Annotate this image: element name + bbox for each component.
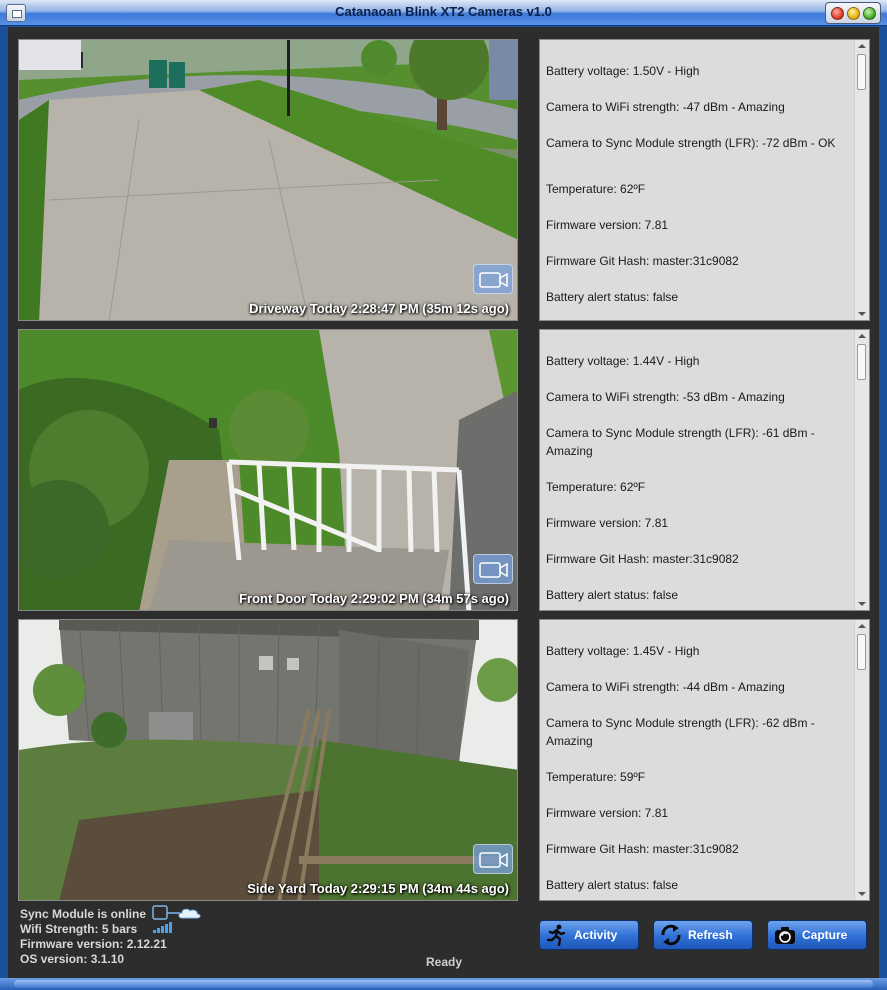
minimize-button[interactable] xyxy=(846,6,860,20)
title-bar: Catanaoan Blink XT2 Cameras v1.0 xyxy=(0,0,887,26)
battery-alert-status: Battery alert status: false xyxy=(546,588,679,602)
camera-thumbnail-side-yard[interactable]: Side Yard Today 2:29:15 PM (34m 44s ago) xyxy=(18,619,518,901)
temperature: Temperature: 59ºF xyxy=(546,770,646,784)
camera-thumbnail-front-door[interactable]: Front Door Today 2:29:02 PM (34m 57s ago… xyxy=(18,329,518,611)
video-camera-icon[interactable] xyxy=(473,844,513,874)
firmware-git-hash: Firmware Git Hash: master:31c9082 xyxy=(546,842,739,856)
scroll-up-icon[interactable] xyxy=(858,334,866,338)
status-panel: Sync Module is online Wifi Strength: 5 b… xyxy=(20,907,167,967)
firmware-version: Firmware version: 7.81 xyxy=(546,516,669,530)
firmware-git-hash: Firmware Git Hash: master:31c9082 xyxy=(546,254,739,268)
firmware-version: Firmware version: 7.81 xyxy=(546,218,669,232)
activity-button[interactable]: Activity xyxy=(539,920,639,950)
camera-info-panel-side-yard[interactable]: Battery voltage: 1.45V - High Camera to … xyxy=(539,619,870,901)
scroll-down-icon[interactable] xyxy=(858,892,866,896)
close-button[interactable] xyxy=(830,6,844,20)
firmware-version: Firmware version: 7.81 xyxy=(546,806,669,820)
temperature: Temperature: 62ºF xyxy=(546,480,646,494)
wifi-strength: Camera to WiFi strength: -53 dBm - Amazi… xyxy=(546,390,785,404)
driveway-image xyxy=(19,40,517,320)
camera-info-panel-front-door[interactable]: Battery voltage: 1.44V - High Camera to … xyxy=(539,329,870,611)
refresh-icon xyxy=(661,924,681,946)
capture-button[interactable]: Capture xyxy=(767,920,867,950)
battery-voltage: Battery voltage: 1.45V - High xyxy=(546,644,700,658)
wifi-signal-icon xyxy=(153,922,172,933)
scroll-thumb[interactable] xyxy=(857,344,866,380)
sync-module-strength: Camera to Sync Module strength (LFR): -6… xyxy=(546,426,815,458)
info-lines: Battery voltage: 1.45V - High Camera to … xyxy=(546,642,849,900)
wifi-strength-status: Wifi Strength: 5 bars xyxy=(20,922,138,936)
wifi-bar xyxy=(153,930,156,933)
firmware-git-hash: Firmware Git Hash: master:31c9082 xyxy=(546,552,739,566)
video-camera-icon[interactable] xyxy=(473,554,513,584)
camera-caption: Side Yard Today 2:29:15 PM (34m 44s ago) xyxy=(247,881,509,896)
battery-voltage: Battery voltage: 1.50V - High xyxy=(546,64,700,78)
sync-module-status: Sync Module is online xyxy=(20,907,147,921)
sync-module-strength: Camera to Sync Module strength (LFR): -6… xyxy=(546,716,815,748)
camera-caption: Front Door Today 2:29:02 PM (34m 57s ago… xyxy=(239,591,509,606)
front-door-image xyxy=(19,330,517,610)
sync-module-strength: Camera to Sync Module strength (LFR): -7… xyxy=(546,136,836,150)
camera-caption: Driveway Today 2:28:47 PM (35m 12s ago) xyxy=(249,301,509,316)
info-lines: Battery voltage: 1.44V - High Camera to … xyxy=(546,352,849,610)
camera-icon xyxy=(775,927,795,944)
maximize-button[interactable] xyxy=(862,6,876,20)
bottom-frame xyxy=(0,978,887,990)
main-area: Driveway Today 2:28:47 PM (35m 12s ago) xyxy=(8,27,879,978)
battery-alert-status: Battery alert status: false xyxy=(546,878,679,892)
wifi-strength: Camera to WiFi strength: -44 dBm - Amazi… xyxy=(546,680,785,694)
camera-info-panel-driveway[interactable]: Battery voltage: 1.50V - High Camera to … xyxy=(539,39,870,321)
vertical-scrollbar[interactable] xyxy=(854,40,869,320)
window-controls xyxy=(825,2,881,24)
wifi-bar xyxy=(157,928,160,933)
camera-thumbnail-driveway[interactable]: Driveway Today 2:28:47 PM (35m 12s ago) xyxy=(18,39,518,321)
vertical-scrollbar[interactable] xyxy=(854,620,869,900)
vertical-scrollbar[interactable] xyxy=(854,330,869,610)
battery-voltage: Battery voltage: 1.44V - High xyxy=(546,354,700,368)
activity-label: Activity xyxy=(574,928,618,942)
running-person-icon xyxy=(546,924,566,946)
firmware-version-status: Firmware version: 2.12.21 xyxy=(20,937,167,951)
wifi-strength: Camera to WiFi strength: -47 dBm - Amazi… xyxy=(546,100,785,114)
status-ready: Ready xyxy=(426,955,463,969)
refresh-button[interactable]: Refresh xyxy=(653,920,753,950)
os-version-status: OS version: 3.1.10 xyxy=(20,952,125,966)
scroll-up-icon[interactable] xyxy=(858,44,866,48)
wifi-bar xyxy=(165,924,168,933)
scroll-down-icon[interactable] xyxy=(858,312,866,316)
info-lines: Battery voltage: 1.50V - High Camera to … xyxy=(546,62,849,320)
temperature: Temperature: 62ºF xyxy=(546,182,646,196)
battery-alert-status: Battery alert status: false xyxy=(546,290,679,304)
capture-label: Capture xyxy=(802,928,848,942)
video-camera-icon[interactable] xyxy=(473,264,513,294)
wifi-bar xyxy=(169,922,172,933)
scroll-down-icon[interactable] xyxy=(858,602,866,606)
side-yard-image xyxy=(19,620,517,900)
wifi-bar xyxy=(161,926,164,933)
scroll-up-icon[interactable] xyxy=(858,624,866,628)
scroll-thumb[interactable] xyxy=(857,634,866,670)
scroll-thumb[interactable] xyxy=(857,54,866,90)
window-title: Catanaoan Blink XT2 Cameras v1.0 xyxy=(335,4,552,19)
sync-cloud-icon xyxy=(152,905,201,920)
refresh-label: Refresh xyxy=(688,928,733,942)
